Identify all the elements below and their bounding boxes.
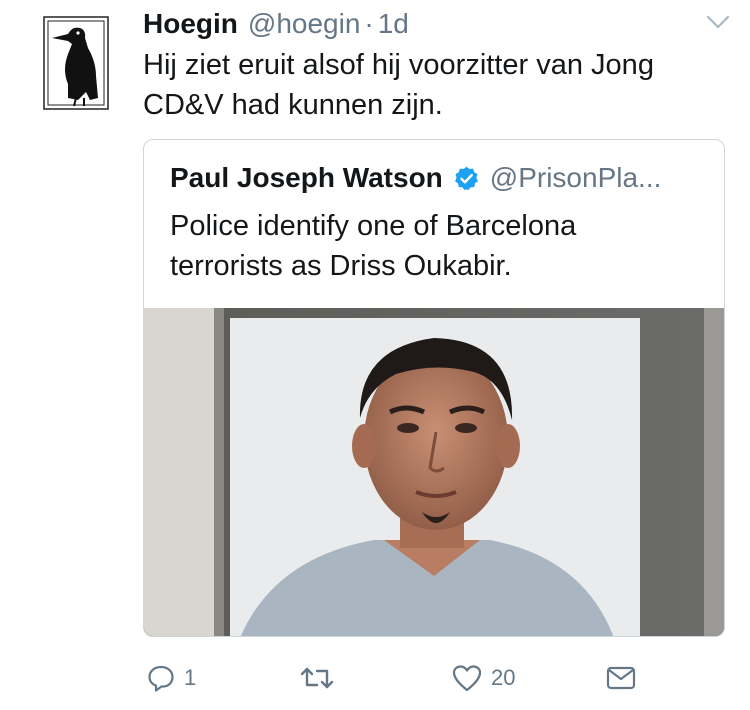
quoted-tweet-image[interactable]: [144, 308, 724, 636]
reply-icon: [148, 665, 174, 692]
like-button[interactable]: 20: [451, 662, 515, 694]
tweet-text: Hij ziet eruit alsof hij voorzitter van …: [143, 49, 654, 121]
timestamp[interactable]: 1d: [378, 4, 409, 44]
reply-count: 1: [184, 665, 197, 690]
envelope-icon: [606, 666, 636, 690]
quoted-display-name: Paul Joseph Watson: [170, 162, 443, 193]
tweet-actions: 1 20: [0, 656, 750, 700]
quoted-tweet-header: Paul Joseph Watson @PrisonPla...: [170, 158, 661, 198]
quoted-tweet-text: Police identify one of Barcelona terrori…: [170, 210, 577, 282]
tweet-header: Hoegin @hoegin · 1d: [143, 4, 409, 44]
tweet[interactable]: Hoegin @hoegin · 1d Hij ziet eruit alsof…: [0, 0, 750, 710]
avatar[interactable]: [38, 14, 112, 112]
separator-dot: ·: [364, 8, 374, 39]
chevron-down-icon[interactable]: [706, 14, 730, 30]
verified-badge-icon: [454, 166, 478, 190]
like-count: 20: [491, 665, 516, 690]
crow-logo-icon: [43, 16, 109, 110]
direct-message-button[interactable]: [605, 662, 637, 694]
quoted-user-handle: @PrisonPla...: [489, 162, 662, 193]
mugshot-photo: [144, 308, 724, 636]
display-name[interactable]: Hoegin: [143, 4, 238, 44]
reply-button[interactable]: 1: [146, 662, 196, 694]
user-handle[interactable]: @hoegin: [248, 4, 361, 44]
retweet-icon: [300, 667, 334, 689]
heart-icon: [452, 665, 482, 692]
retweet-button[interactable]: [299, 662, 343, 694]
quoted-tweet-card[interactable]: Paul Joseph Watson @PrisonPla... Police …: [143, 139, 725, 637]
